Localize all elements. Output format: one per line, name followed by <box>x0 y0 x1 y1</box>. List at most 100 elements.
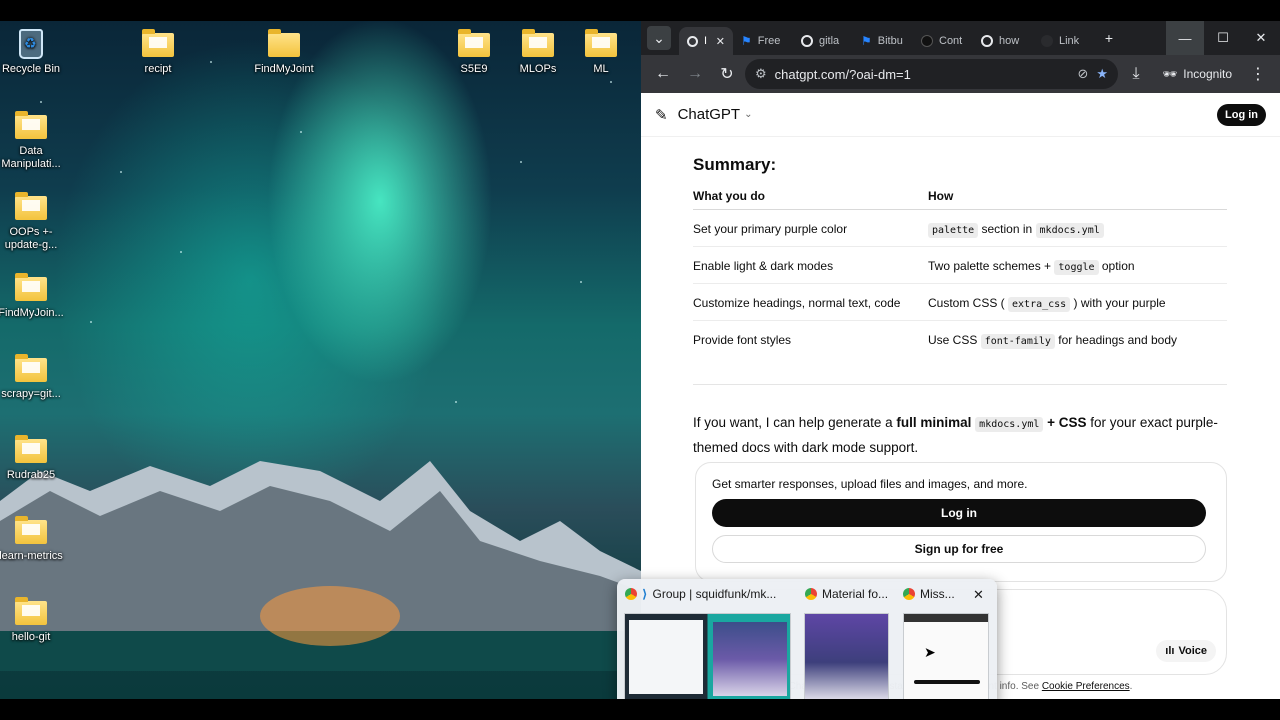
tab-chatgpt[interactable]: I ✕ <box>679 27 733 55</box>
menu-icon[interactable]: ⋮ <box>1244 60 1272 88</box>
folder-icon <box>15 435 47 463</box>
folder-icon <box>142 29 174 57</box>
bookmark-icon: ⚑ <box>861 34 872 48</box>
desktop-icon-label: MLOPs <box>519 63 557 75</box>
desktop-icon-recipt[interactable]: recipt <box>123 29 193 76</box>
scrollbar[interactable] <box>1272 193 1278 613</box>
table-cell-how: palette section in mkdocs.yml <box>928 209 1227 247</box>
minimize-icon[interactable]: — <box>1166 21 1204 55</box>
tab-label: Cont <box>939 35 963 47</box>
tab-gitlab[interactable]: gitla <box>793 27 853 55</box>
tab-search-button[interactable]: ⌄ <box>647 26 671 50</box>
tab-free[interactable]: ⚑ Free <box>733 27 793 55</box>
reload-icon[interactable]: ↻ <box>713 60 741 88</box>
summary-heading: Summary: <box>693 155 777 174</box>
preview-item-material[interactable]: Material fo... <box>805 587 889 601</box>
desktop-icon-s5e9[interactable]: S5E9 <box>439 29 509 76</box>
preview-thumbnail-material[interactable] <box>804 613 889 699</box>
tab-cont[interactable]: Cont <box>913 27 973 55</box>
login-button-top[interactable]: Log in <box>1217 103 1266 126</box>
close-icon[interactable]: ✕ <box>1242 21 1280 55</box>
table-cell-what: Enable light & dark modes <box>693 246 928 284</box>
inline-code: mkdocs.yml <box>1035 222 1104 238</box>
incognito-label: Incognito <box>1183 67 1232 81</box>
vscode-icon: ⟩ <box>642 587 648 601</box>
recycle-bin-icon <box>19 29 43 59</box>
closing-bold: full minimal <box>896 414 972 430</box>
desktop-icon-label: S5E9 <box>460 63 488 75</box>
table-row: Set your primary purple color palette sec… <box>693 209 1227 247</box>
folder-icon <box>522 29 554 57</box>
desktop-icon-ml[interactable]: ML <box>566 29 636 76</box>
star-icon[interactable]: ★ <box>1096 66 1108 82</box>
preview-thumbnail-miss[interactable]: ➤ <box>903 613 989 699</box>
new-chat-icon[interactable]: ✎ <box>655 106 668 124</box>
desktop-icon-label: scrapy=git... <box>1 388 61 400</box>
chatgpt-icon <box>687 35 698 47</box>
table-row: Provide font styles Use CSS font-family f… <box>693 321 1227 358</box>
tab-label: Free <box>757 35 781 47</box>
incognito-badge[interactable]: 🕶 Incognito <box>1154 63 1240 85</box>
cell-text: section in <box>978 221 1036 236</box>
desktop-icon-label: learn-metrics <box>0 550 63 562</box>
tab-how[interactable]: how <box>973 27 1033 55</box>
tab-label: gitla <box>819 35 840 47</box>
tab-strip: ⌄ I ✕ ⚑ Free gitla ⚑ Bitbu Cont how Link… <box>641 21 1280 55</box>
waveform-icon: ılı <box>1165 645 1175 657</box>
desktop-icon-data-manipulation[interactable]: Data Manipulati... <box>0 111 66 171</box>
preview-close-icon[interactable]: ✕ <box>973 587 984 603</box>
cell-text: option <box>1098 258 1135 273</box>
cell-text: for headings and body <box>1054 332 1178 347</box>
chatgpt-header: ✎ ChatGPT ⌄ Log in <box>641 93 1280 137</box>
forward-icon[interactable]: → <box>681 60 709 88</box>
tab-bitbucket[interactable]: ⚑ Bitbu <box>853 27 913 55</box>
model-selector[interactable]: ChatGPT ⌄ <box>678 106 753 123</box>
back-icon[interactable]: ← <box>649 60 677 88</box>
signup-button[interactable]: Sign up for free <box>712 535 1206 563</box>
desktop-icon-recycle-bin[interactable]: Recycle Bin <box>0 29 66 76</box>
new-tab-button[interactable]: + <box>1097 26 1121 50</box>
preview-thumbnail-group[interactable] <box>624 613 791 699</box>
login-button[interactable]: Log in <box>712 499 1206 527</box>
divider <box>693 383 1227 385</box>
folder-icon <box>268 29 300 57</box>
cookie-preferences-link[interactable]: Cookie Preferences <box>1042 681 1130 692</box>
address-bar[interactable]: ⚙ chatgpt.com/?oai-dm=1 ⊘ ★ <box>745 59 1119 89</box>
table-cell-how: Use CSS font-family for headings and bod… <box>928 321 1227 358</box>
voice-button[interactable]: ılı Voice <box>1156 640 1216 662</box>
preview-item-group[interactable]: ⟩ Group | squidfunk/mk... <box>625 587 801 601</box>
desktop-icon-learn-metrics[interactable]: learn-metrics <box>0 516 66 563</box>
preview-item-miss[interactable]: Miss... <box>903 587 963 601</box>
desktop-icon-findmyjoin[interactable]: FindMyJoin... <box>0 273 66 320</box>
closing-text: If you want, I can help generate a <box>693 414 897 430</box>
desktop-icon-scrapy-git[interactable]: scrapy=git... <box>0 354 66 401</box>
table-header: What you do <box>693 185 928 210</box>
table-cell-how: Custom CSS ( extra_css ) with your purpl… <box>928 283 1227 321</box>
desktop-icon-findmyjoint[interactable]: FindMyJoint <box>249 29 319 76</box>
chrome-icon <box>805 588 817 600</box>
desktop-icon-oops[interactable]: OOPs +-update-g... <box>0 192 66 252</box>
maximize-icon[interactable]: ☐ <box>1204 21 1242 55</box>
tab-close-icon[interactable]: ✕ <box>716 35 725 48</box>
incognito-icon: 🕶 <box>1162 67 1178 81</box>
download-icon[interactable]: ⤓ <box>1122 60 1150 88</box>
desktop-icon-label: FindMyJoin... <box>0 307 64 319</box>
mountain-landscape <box>0 461 641 671</box>
voice-label: Voice <box>1178 645 1207 657</box>
blank-icon <box>1041 35 1053 47</box>
desktop-icon-label: OOPs +-update-g... <box>4 226 58 251</box>
url-text: chatgpt.com/?oai-dm=1 <box>774 66 911 82</box>
site-info-icon[interactable]: ⚙ <box>755 66 767 82</box>
table-cell-what: Set your primary purple color <box>693 209 928 247</box>
desktop-icon-label: hello-git <box>11 631 51 643</box>
card-text: Get smarter responses, upload files and … <box>712 477 1028 491</box>
desktop-icon-hello-git[interactable]: hello-git <box>0 597 66 644</box>
brand-title: ChatGPT <box>677 106 741 123</box>
eye-off-icon[interactable]: ⊘ <box>1078 66 1089 82</box>
cell-text: Two palette schemes + <box>928 258 1055 273</box>
google-icon <box>801 35 813 47</box>
chat-response: Summary: What you do How Set your primar… <box>693 155 1227 459</box>
desktop-icon-rudrab25[interactable]: Rudrab25 <box>0 435 66 482</box>
tab-link[interactable]: Link <box>1033 27 1093 55</box>
desktop-icon-mlops[interactable]: MLOPs <box>503 29 573 76</box>
